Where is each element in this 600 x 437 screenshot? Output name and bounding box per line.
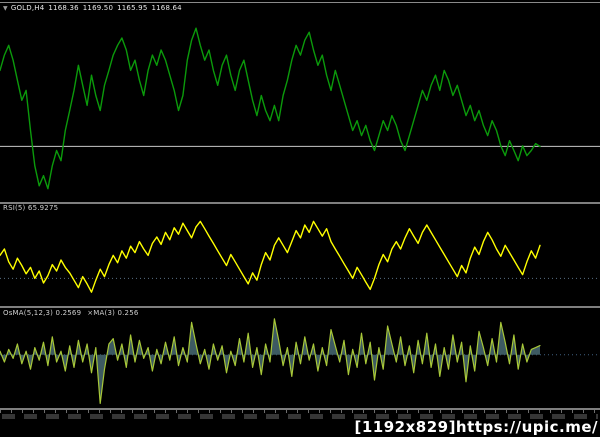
osma-label-text: OsMA(5,12,3) 0.2569 <box>3 309 82 317</box>
rsi-indicator-pane[interactable] <box>0 214 600 306</box>
watermark-text: [1192x829]https://upic.me/ <box>354 418 598 436</box>
osma-indicator-pane[interactable] <box>0 317 600 407</box>
ohlc-open: 1168.36 <box>48 4 79 12</box>
ohlc-close: 1168.64 <box>151 4 182 12</box>
osma-signal-line <box>0 318 541 405</box>
osma-indicator-label: OsMA(5,12,3) 0.2569 ×MA(3) 0.256 <box>3 309 139 317</box>
time-axis-ticks <box>0 410 600 413</box>
rsi-label-text: RSI(5) 65.9275 <box>3 204 59 212</box>
ohlc-high: 1169.50 <box>82 4 114 12</box>
pane-separator-2[interactable] <box>0 306 600 308</box>
chevron-down-icon: ▼ <box>3 5 8 12</box>
chart-window: ▼ GOLD,H4 1168.36 1169.50 1165.95 1168.64 RSI… <box>0 0 600 437</box>
osma-signal-label-text: ×MA(3) 0.256 <box>87 309 139 317</box>
chart-title-bar: ▼ GOLD,H4 1168.36 1169.50 1165.95 1168.64 <box>3 4 186 13</box>
rsi-indicator-label: RSI(5) 65.9275 <box>3 204 58 212</box>
window-top-border <box>0 2 600 3</box>
pane-separator-1[interactable] <box>0 202 600 204</box>
price-chart-pane[interactable] <box>0 14 600 196</box>
ohlc-low: 1165.95 <box>117 4 148 12</box>
rsi-line-series <box>0 220 541 293</box>
symbol-label: GOLD,H4 <box>10 4 45 12</box>
price-line-series <box>0 27 541 190</box>
